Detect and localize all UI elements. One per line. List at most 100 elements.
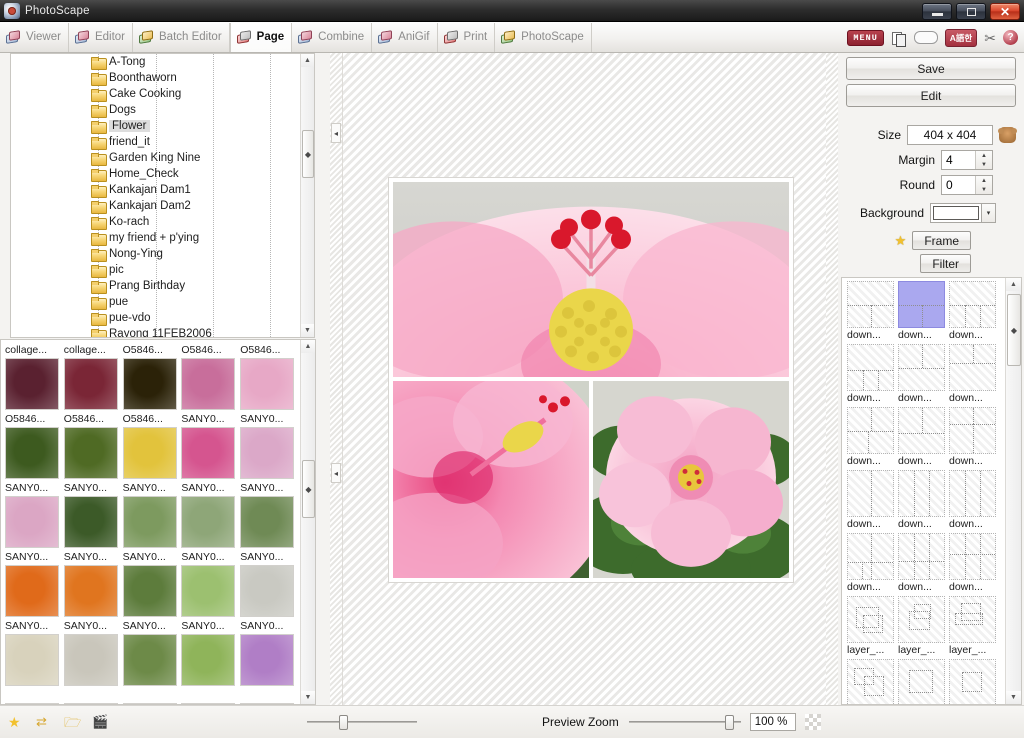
background-dropdown-icon[interactable]: ▾ <box>982 203 996 223</box>
template-scrollbar[interactable]: ▲ ◆ ▼ <box>1005 278 1021 704</box>
tab-anigif[interactable]: AniGif <box>372 22 438 52</box>
template-thumbnail[interactable] <box>898 470 945 517</box>
thumbnail-image[interactable] <box>181 358 236 410</box>
thumbnail-image[interactable] <box>122 358 177 410</box>
list-item[interactable] <box>181 565 238 618</box>
margin-down-icon[interactable]: ▼ <box>976 160 992 169</box>
list-item[interactable] <box>181 427 238 480</box>
template-item[interactable]: layer_... <box>898 596 947 657</box>
template-item[interactable]: layer_... <box>949 596 998 657</box>
thumbs-scroll-up-button[interactable]: ▲ <box>301 340 315 353</box>
save-button[interactable]: Save <box>846 57 1016 80</box>
tree-item-garden-king-nine[interactable]: Garden King Nine <box>11 150 300 166</box>
template-thumbnail[interactable] <box>898 281 945 328</box>
folder-tree-scrollbar[interactable]: ▲ ◆ ▼ <box>300 54 314 337</box>
list-item[interactable] <box>5 634 62 687</box>
tree-item-rayong-11feb2006[interactable]: Rayong 11FEB2006 <box>11 326 300 337</box>
template-thumbnail[interactable] <box>949 533 996 580</box>
list-item[interactable] <box>181 496 238 549</box>
folder-tree[interactable]: A-Tong Boonthaworn Cake Cooking Dogs Flower f… <box>10 53 315 338</box>
background-color-picker[interactable]: ▾ <box>930 203 996 223</box>
template-item[interactable]: down... <box>949 344 998 405</box>
folder-icon[interactable]: 🗁 <box>64 713 84 731</box>
template-thumbnail[interactable] <box>847 470 894 517</box>
tree-scroll-down-button[interactable]: ▼ <box>301 324 314 337</box>
template-thumbnail[interactable] <box>949 344 996 391</box>
tree-item-kankajan-dam2[interactable]: Kankajan Dam2 <box>11 198 300 214</box>
thumbnail-image[interactable] <box>122 427 177 479</box>
left-splitter-collapse-icon[interactable]: ◂ <box>331 123 341 143</box>
template-thumbnail[interactable] <box>847 281 894 328</box>
help-icon[interactable]: ? <box>1003 30 1018 45</box>
margin-stepper-arrows[interactable]: ▲ ▼ <box>975 151 992 169</box>
template-item[interactable]: down... <box>898 533 947 594</box>
list-item[interactable] <box>122 565 180 618</box>
tree-item-pic[interactable]: pic <box>11 262 300 278</box>
round-up-icon[interactable]: ▲ <box>976 176 992 185</box>
tree-scroll-thumb[interactable]: ◆ <box>302 130 314 178</box>
tree-item-home-check[interactable]: Home_Check <box>11 166 300 182</box>
round-stepper[interactable]: 0 ▲ ▼ <box>941 175 993 195</box>
tab-print[interactable]: Print <box>438 22 496 52</box>
tree-item-dogs[interactable]: Dogs <box>11 102 300 118</box>
template-item[interactable]: down... <box>898 344 947 405</box>
template-item[interactable]: layer_... <box>847 659 896 704</box>
favorite-star-icon[interactable]: ★ <box>8 713 28 731</box>
list-item[interactable] <box>240 427 297 480</box>
refresh-icon[interactable]: ⇄ <box>36 713 56 731</box>
template-item[interactable]: down... <box>847 533 896 594</box>
tree-item-pue[interactable]: ▹ pue <box>11 294 300 310</box>
tree-item-a-tong[interactable]: A-Tong <box>11 54 300 70</box>
template-thumbnail[interactable] <box>949 659 996 704</box>
wrench-icon[interactable]: ✂ <box>984 30 996 46</box>
list-item[interactable] <box>181 634 238 687</box>
template-item[interactable]: down... <box>847 344 896 405</box>
tree-item-pue-vdo[interactable]: pue-vdo <box>11 310 300 326</box>
thumbnail-image[interactable] <box>181 427 236 479</box>
template-thumbnail[interactable] <box>898 659 945 704</box>
slideshow-icon[interactable]: 🎬 <box>92 713 112 731</box>
thumbnail-image[interactable] <box>240 565 295 617</box>
thumbnail-image[interactable] <box>122 496 177 548</box>
template-thumbnail[interactable] <box>949 407 996 454</box>
list-item[interactable] <box>240 358 297 411</box>
left-splitter[interactable]: ◂ ◂ <box>330 53 342 705</box>
filter-button[interactable]: Filter <box>920 254 971 273</box>
template-thumbnail[interactable] <box>847 533 894 580</box>
list-item[interactable] <box>240 634 297 687</box>
thumbnail-image[interactable] <box>63 496 118 548</box>
minimize-button[interactable] <box>922 3 952 20</box>
preview-canvas[interactable] <box>342 53 826 705</box>
thumbnail-image[interactable] <box>5 634 59 686</box>
left-splitter-collapse-icon-2[interactable]: ◂ <box>331 463 341 483</box>
list-item[interactable] <box>5 496 62 549</box>
template-thumbnail[interactable] <box>847 407 894 454</box>
list-item[interactable] <box>63 565 121 618</box>
template-item[interactable]: down... <box>898 470 947 531</box>
tab-page[interactable]: Page <box>229 22 293 52</box>
close-button[interactable]: ✕ <box>990 3 1020 20</box>
thumbnail-image[interactable] <box>122 634 177 686</box>
thumbnail-image[interactable] <box>240 427 295 479</box>
round-value[interactable]: 0 <box>942 176 975 194</box>
template-item[interactable]: down... <box>847 407 896 468</box>
list-item[interactable] <box>122 427 180 480</box>
template-thumbnail[interactable] <box>898 407 945 454</box>
thumbnail-image[interactable] <box>5 358 59 410</box>
tab-batch-editor[interactable]: Batch Editor <box>133 22 230 52</box>
thumbnail-image[interactable] <box>5 496 59 548</box>
thumbnail-image[interactable] <box>240 496 295 548</box>
thumbnail-image[interactable] <box>5 427 59 479</box>
language-button[interactable]: A語한 <box>944 28 978 47</box>
thumbnail-image[interactable] <box>63 634 118 686</box>
tree-item-boonthaworn[interactable]: Boonthaworn <box>11 70 300 86</box>
list-item[interactable] <box>122 358 180 411</box>
thumbnail-scrollbar[interactable]: ▲ ◆ ▼ <box>300 340 315 704</box>
preview-zoom-slider[interactable] <box>628 714 741 730</box>
tab-viewer[interactable]: Viewer <box>0 22 69 52</box>
template-item[interactable]: down... <box>898 281 947 342</box>
tab-combine[interactable]: Combine <box>292 22 373 52</box>
thumbnail-image[interactable] <box>181 565 236 617</box>
template-scroll-down-button[interactable]: ▼ <box>1006 691 1021 704</box>
template-item[interactable]: down... <box>847 470 896 531</box>
